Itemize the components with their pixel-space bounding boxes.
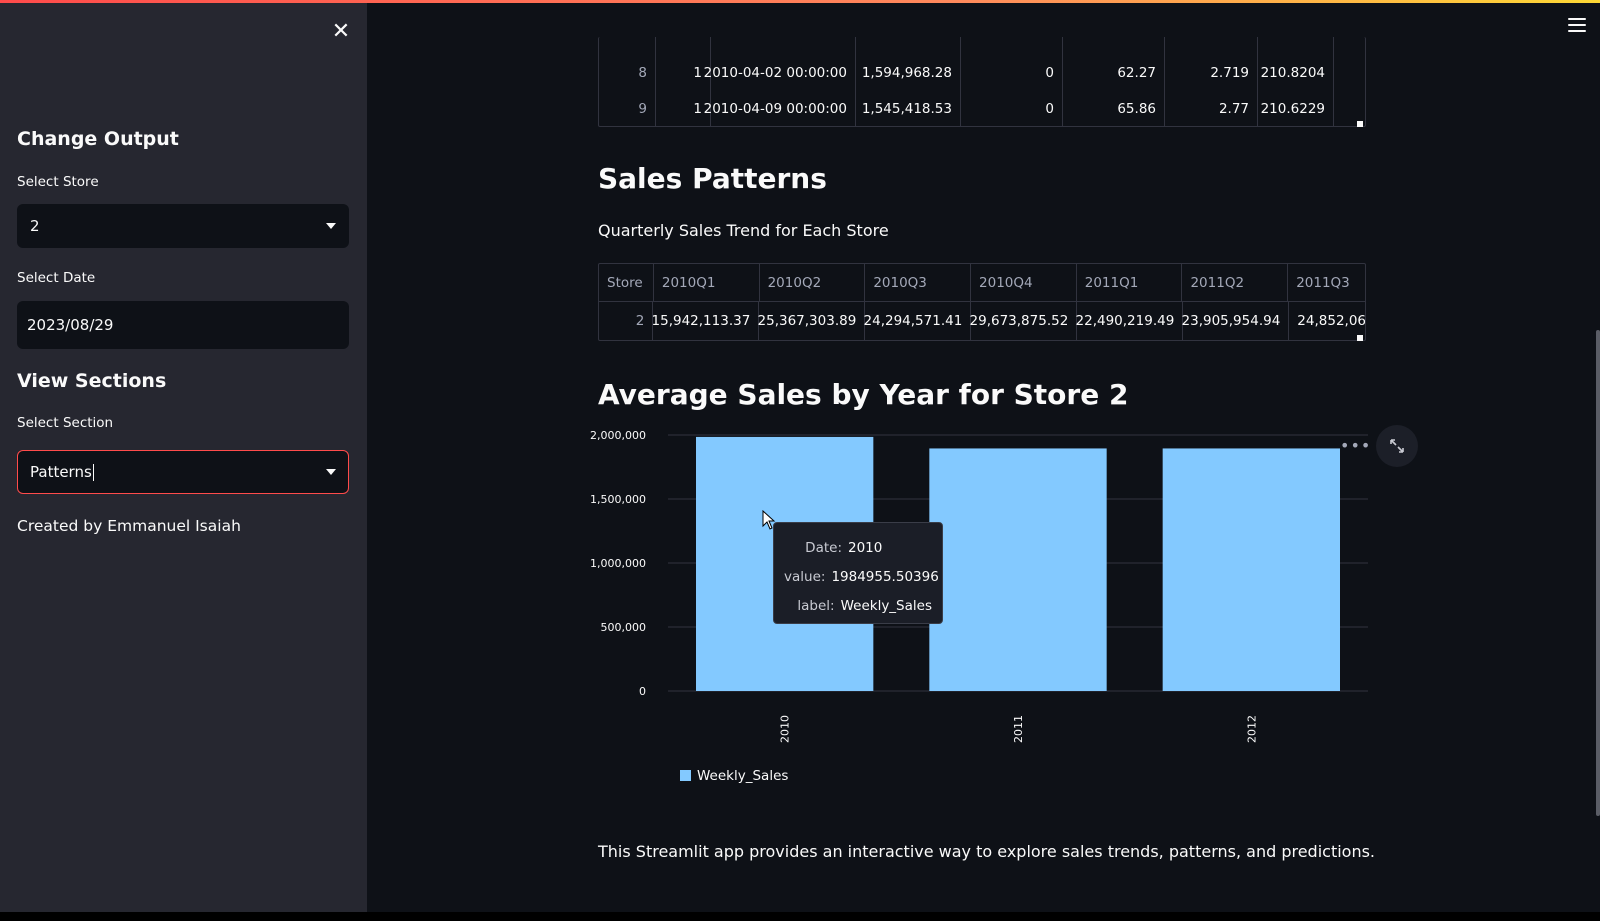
text-cursor bbox=[92, 464, 94, 481]
row-index: 2 bbox=[599, 302, 654, 340]
table-cell: 2010-04-09 00:00:00 bbox=[704, 91, 856, 126]
close-sidebar-icon[interactable]: ✕ bbox=[330, 21, 352, 43]
table-header-row: Store 2010Q1 2010Q2 2010Q3 2010Q4 2011Q1… bbox=[599, 264, 1365, 302]
bar-2011[interactable] bbox=[929, 448, 1107, 691]
table-cell: 25,367,303.89 bbox=[758, 302, 866, 340]
table-cell: 0 bbox=[961, 55, 1063, 91]
column-header: 2011Q3 bbox=[1296, 274, 1350, 291]
top-decoration-bar bbox=[0, 0, 1600, 3]
y-tick-label: 1,500,000 bbox=[590, 493, 646, 506]
x-tick-label: 2012 bbox=[1245, 715, 1258, 743]
table-cell: 65.86 bbox=[1063, 91, 1165, 126]
chevron-down-icon bbox=[326, 223, 336, 229]
y-tick-label: 0 bbox=[639, 685, 646, 698]
bar-2012[interactable] bbox=[1162, 448, 1340, 691]
sidebar: ✕ Change Output Select Store 2 Select Da… bbox=[0, 3, 367, 912]
data-table-top[interactable]: 8 1 2010-04-02 00:00:00 1,594,968.28 0 6… bbox=[598, 37, 1366, 127]
table-cell: 15,942,113.37 bbox=[652, 302, 760, 340]
tooltip-label-key: label: bbox=[797, 597, 835, 614]
table-row: 2 15,942,113.37 25,367,303.89 24,294,571… bbox=[599, 302, 1365, 340]
section-select[interactable]: Patterns bbox=[17, 450, 349, 494]
section-select-value: Patterns bbox=[30, 463, 92, 481]
table-cell: 24,294,571.41 bbox=[864, 302, 972, 340]
column-header: 2010Q1 bbox=[654, 264, 760, 301]
table-row: 8 1 2010-04-02 00:00:00 1,594,968.28 0 6… bbox=[599, 55, 1365, 91]
legend-swatch bbox=[680, 770, 691, 781]
hamburger-menu-icon[interactable] bbox=[1568, 18, 1586, 34]
select-section-label: Select Section bbox=[17, 415, 114, 431]
table-cell: 0 bbox=[961, 91, 1063, 126]
y-tick-label: 500,000 bbox=[601, 621, 647, 634]
table-cell: 1,594,968.28 bbox=[856, 55, 961, 91]
avg-sales-bar-chart[interactable]: 0 500,000 1,000,000 1,500,000 2,000,000 2010… bbox=[590, 425, 1370, 795]
column-header: 2010Q3 bbox=[865, 264, 972, 301]
row-index: 8 bbox=[599, 55, 656, 91]
table-cell: 62.27 bbox=[1063, 55, 1165, 91]
column-header: 2010Q4 bbox=[971, 264, 1077, 301]
table-cell: 1,545,418.53 bbox=[856, 91, 961, 126]
chart-tooltip: Date: 2010 value: 1984955.50396 label: Week… bbox=[773, 522, 943, 624]
date-input[interactable]: 2023/08/29 bbox=[17, 301, 349, 349]
app-description: This Streamlit app provides an interacti… bbox=[598, 842, 1376, 861]
select-store-label: Select Store bbox=[17, 174, 99, 190]
table-resize-handle[interactable] bbox=[1357, 335, 1363, 341]
legend-label: Weekly_Sales bbox=[697, 768, 788, 784]
mouse-pointer-icon bbox=[762, 510, 776, 530]
tooltip-date-key: Date: bbox=[805, 539, 842, 556]
sales-patterns-heading: Sales Patterns bbox=[598, 162, 827, 195]
expand-icon bbox=[1390, 439, 1404, 453]
tooltip-value-key: value: bbox=[784, 568, 826, 585]
tooltip-value-value: 1984955.50396 bbox=[831, 568, 939, 585]
chevron-down-icon bbox=[326, 469, 336, 475]
x-tick-label: 2010 bbox=[779, 715, 792, 743]
table-row: 9 1 2010-04-09 00:00:00 1,545,418.53 0 6… bbox=[599, 91, 1365, 126]
table-cell: 2010-04-02 00:00:00 bbox=[704, 55, 856, 91]
table-cell: 29,673,875.52 bbox=[970, 302, 1078, 340]
store-select[interactable]: 2 bbox=[17, 204, 349, 248]
table-cell: 210.6229 bbox=[1258, 91, 1334, 126]
change-output-heading: Change Output bbox=[17, 128, 179, 150]
table-cell: 23,905,954.94 bbox=[1182, 302, 1290, 340]
bottom-edge bbox=[0, 912, 1600, 921]
sidebar-credit: Created by Emmanuel Isaiah bbox=[17, 517, 241, 535]
tooltip-date-value: 2010 bbox=[848, 539, 883, 556]
chart-more-options-icon[interactable]: ••• bbox=[1340, 436, 1371, 455]
table-cell: 210.8204 bbox=[1258, 55, 1334, 91]
view-sections-heading: View Sections bbox=[17, 370, 167, 392]
table-cell: 2.77 bbox=[1165, 91, 1258, 126]
page-scrollbar[interactable] bbox=[1596, 330, 1600, 816]
y-tick-label: 2,000,000 bbox=[590, 429, 646, 442]
x-tick-label: 2011 bbox=[1012, 715, 1025, 743]
quarterly-sales-table[interactable]: Store 2010Q1 2010Q2 2010Q3 2010Q4 2011Q1… bbox=[598, 263, 1366, 341]
column-header: 2010Q2 bbox=[760, 264, 866, 301]
fullscreen-expand-button[interactable] bbox=[1376, 425, 1418, 467]
table-resize-handle[interactable] bbox=[1357, 121, 1363, 127]
select-date-label: Select Date bbox=[17, 270, 96, 286]
date-input-value: 2023/08/29 bbox=[27, 316, 114, 334]
y-tick-label: 1,000,000 bbox=[590, 557, 646, 570]
column-header: Store bbox=[599, 264, 654, 301]
table-cell: 2.719 bbox=[1165, 55, 1258, 91]
row-index: 9 bbox=[599, 91, 656, 126]
quarterly-sales-subtitle: Quarterly Sales Trend for Each Store bbox=[598, 221, 889, 240]
column-header: 2011Q1 bbox=[1077, 264, 1183, 301]
tooltip-label-value: Weekly_Sales bbox=[840, 597, 932, 614]
avg-sales-heading: Average Sales by Year for Store 2 bbox=[598, 378, 1129, 411]
table-cell: 24,852,06 bbox=[1297, 313, 1365, 329]
column-header: 2011Q2 bbox=[1182, 264, 1289, 301]
table-cell: 22,490,219.49 bbox=[1076, 302, 1184, 340]
store-select-value: 2 bbox=[30, 217, 40, 235]
